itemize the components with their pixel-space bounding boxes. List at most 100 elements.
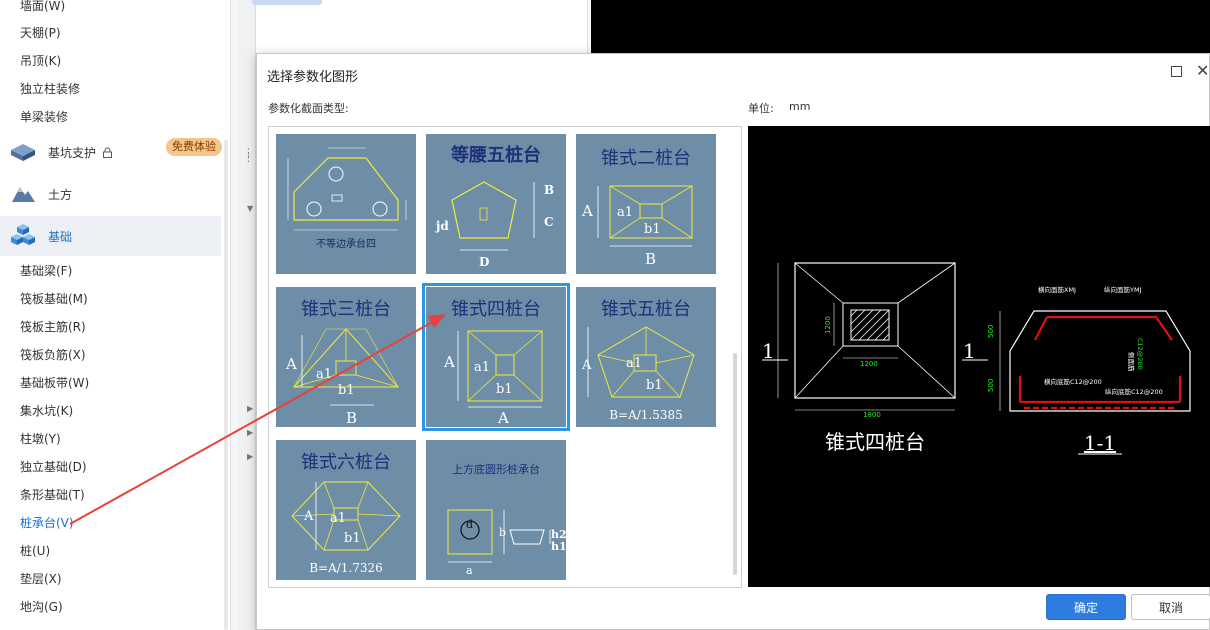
tree-item-raft-main-rebar[interactable]: 筏板主筋(R) [20, 314, 86, 340]
tile-title: 锥式五桩台 [601, 299, 691, 320]
dim-text: 1800 [863, 411, 881, 419]
tile-isosceles-five-pile[interactable]: 等腰五桩台 B C jd D [426, 134, 566, 274]
tile-label: A [581, 202, 593, 220]
tree-item-ceiling[interactable]: 天棚(P) [20, 20, 61, 46]
panel-strip [238, 0, 256, 630]
chevron-right-icon[interactable]: ▶ [247, 404, 253, 413]
tile-title: 上方底圆形桩承台 [452, 462, 540, 476]
group-label: 基坑支护 [48, 145, 97, 160]
tile-label: B [346, 409, 357, 427]
component-tree: 墙面(W) 天棚(P) 吊顶(K) 独立柱装修 单梁装修 基坑支护 免费体验 土… [0, 0, 230, 630]
group-foundation[interactable]: 基础 [0, 216, 221, 256]
section-label: 1-1 [1084, 431, 1116, 455]
tree-item-isolated-footing[interactable]: 独立基础(D) [20, 454, 87, 480]
tile-label: a1 [474, 360, 490, 375]
section-type-label: 参数化截面类型: [268, 102, 349, 115]
sidebar-scrollbar[interactable] [224, 140, 228, 630]
tile-label: a1 [330, 511, 346, 526]
tree-item-pile[interactable]: 桩(U) [20, 538, 50, 564]
tile-caption: 不等边承台四 [316, 237, 376, 250]
rebar-label: 纵向面筋YMJ [1104, 285, 1142, 294]
tile-label: b1 [344, 531, 361, 546]
tree-item-trench[interactable]: 地沟(G) [20, 594, 63, 620]
tile-title: 锥式六桩台 [301, 452, 391, 473]
tile-label: a1 [316, 367, 332, 382]
tile-label: B [645, 250, 656, 268]
group-label: 土方 [48, 187, 73, 202]
tree-item-slab-strip[interactable]: 基础板带(W) [20, 370, 89, 396]
tile-label: D [479, 255, 489, 269]
tile-label: C [544, 215, 554, 229]
tree-item-raft[interactable]: 筏板基础(M) [20, 286, 88, 312]
tile-label: A [285, 355, 297, 373]
tile-cone-four-pile[interactable]: 锥式四桩台 A a1 b1 A [422, 283, 570, 431]
cancel-button[interactable]: 取消 [1131, 594, 1210, 620]
unit-value: mm [789, 100, 811, 113]
tile-cone-two-pile[interactable]: 锥式二桩台 A a1 b1 B [576, 134, 716, 274]
shape-preview: 1 1 1200 1200 1800 锥式四桩台 500 500 横向面筋XMJ… [748, 126, 1210, 587]
tile-cone-six-pile[interactable]: 锥式六桩台 A a1 b1 B=A/1.7326 [276, 440, 416, 580]
tree-item-column-finish[interactable]: 独立柱装修 [20, 76, 80, 102]
tile-label: d [466, 518, 473, 531]
plan-label: 锥式四桩台 [825, 430, 925, 454]
tile-label: A [581, 358, 592, 373]
tile-title: 等腰五桩台 [451, 144, 541, 166]
ok-button[interactable]: 确定 [1046, 594, 1126, 620]
rebar-label: 纵向底筋C12@200 [1105, 387, 1163, 396]
lock-icon [103, 147, 113, 158]
tile-square-round-cap[interactable]: 上方底圆形桩承台 d b h2 h1 a [426, 440, 566, 580]
dialog-title: 选择参数化图形 [267, 70, 359, 85]
parametric-shape-dialog: 选择参数化图形 ✕ 参数化截面类型: 单位: mm 不等边承台四 等腰五桩台 B… [256, 53, 1210, 630]
cut-mark-left: 1 [762, 339, 775, 363]
chevron-right-icon[interactable]: ▶ [247, 452, 253, 461]
foundation-icon [10, 223, 36, 249]
earthwork-icon [10, 181, 36, 207]
tree-item-foundation-beam[interactable]: 基础梁(F) [20, 258, 72, 284]
tile-cone-five-pile[interactable]: 锥式五桩台 A a1 b1 B=A/1.5385 [576, 287, 716, 427]
chevron-down-icon[interactable]: ▼ [247, 204, 253, 213]
close-icon[interactable]: ✕ [1196, 61, 1209, 81]
shape-gallery: 不等边承台四 等腰五桩台 B C jd D 锥式二桩台 A a1 b1 B 锥式… [268, 126, 742, 588]
tile-label: h1 [551, 540, 566, 553]
tree-item-beam-finish[interactable]: 单梁装修 [20, 104, 68, 130]
tree-item-raft-neg-rebar[interactable]: 筏板负筋(X) [20, 342, 86, 368]
tile-label: b1 [646, 378, 663, 393]
rebar-label: C12@200 [1136, 338, 1144, 370]
drawing-canvas[interactable] [591, 0, 1210, 54]
tile-label: jd [435, 219, 449, 233]
tile-label: b [499, 526, 506, 539]
tile-label: b1 [496, 382, 513, 397]
chevron-right-icon[interactable]: ▶ [247, 428, 253, 437]
free-trial-badge[interactable]: 免费体验 [166, 138, 222, 156]
panel-tab-highlight [252, 0, 322, 5]
tile-cone-three-pile[interactable]: 锥式三桩台 A a1 b1 B [276, 287, 416, 427]
tile-title: 锥式四桩台 [451, 299, 541, 320]
tree-item-pier[interactable]: 柱墩(Y) [20, 426, 61, 452]
cut-mark-right: 1 [963, 339, 976, 363]
tree-item-wall-finish[interactable]: 墙面(W) [20, 0, 65, 19]
group-earthwork[interactable]: 土方 [0, 174, 221, 214]
rebar-label: 侧面筋 [1127, 352, 1136, 372]
tile-formula: B=A/1.7326 [309, 561, 383, 575]
tree-item-strip-footing[interactable]: 条形基础(T) [20, 482, 85, 508]
tree-item-pile-cap[interactable]: 桩承台(V) [20, 510, 74, 536]
dim-text: 500 [987, 379, 995, 392]
maximize-icon[interactable] [1171, 66, 1182, 77]
tile-label: a [466, 564, 473, 577]
unit-label: 单位: [748, 102, 774, 115]
rebar-label: 横向面筋XMJ [1038, 285, 1076, 294]
tree-item-suspended-ceiling[interactable]: 吊顶(K) [20, 48, 61, 74]
dim-text: 1200 [860, 360, 878, 368]
tile-label: B [544, 183, 554, 197]
tree-item-sump[interactable]: 集水坑(K) [20, 398, 73, 424]
tile-title: 锥式二桩台 [601, 148, 691, 169]
tile-label: A [303, 509, 314, 524]
tile-title: 锥式三桩台 [301, 299, 391, 320]
gallery-scrollbar[interactable] [733, 353, 737, 575]
tree-item-cushion[interactable]: 垫层(X) [20, 566, 62, 592]
dim-text: 1200 [824, 316, 832, 334]
rebar-label: 横向底筋C12@200 [1044, 377, 1102, 386]
tile-label: a1 [626, 356, 642, 371]
tile-unequal-cap-four[interactable]: 不等边承台四 [276, 134, 416, 274]
dim-text: 500 [987, 325, 995, 338]
